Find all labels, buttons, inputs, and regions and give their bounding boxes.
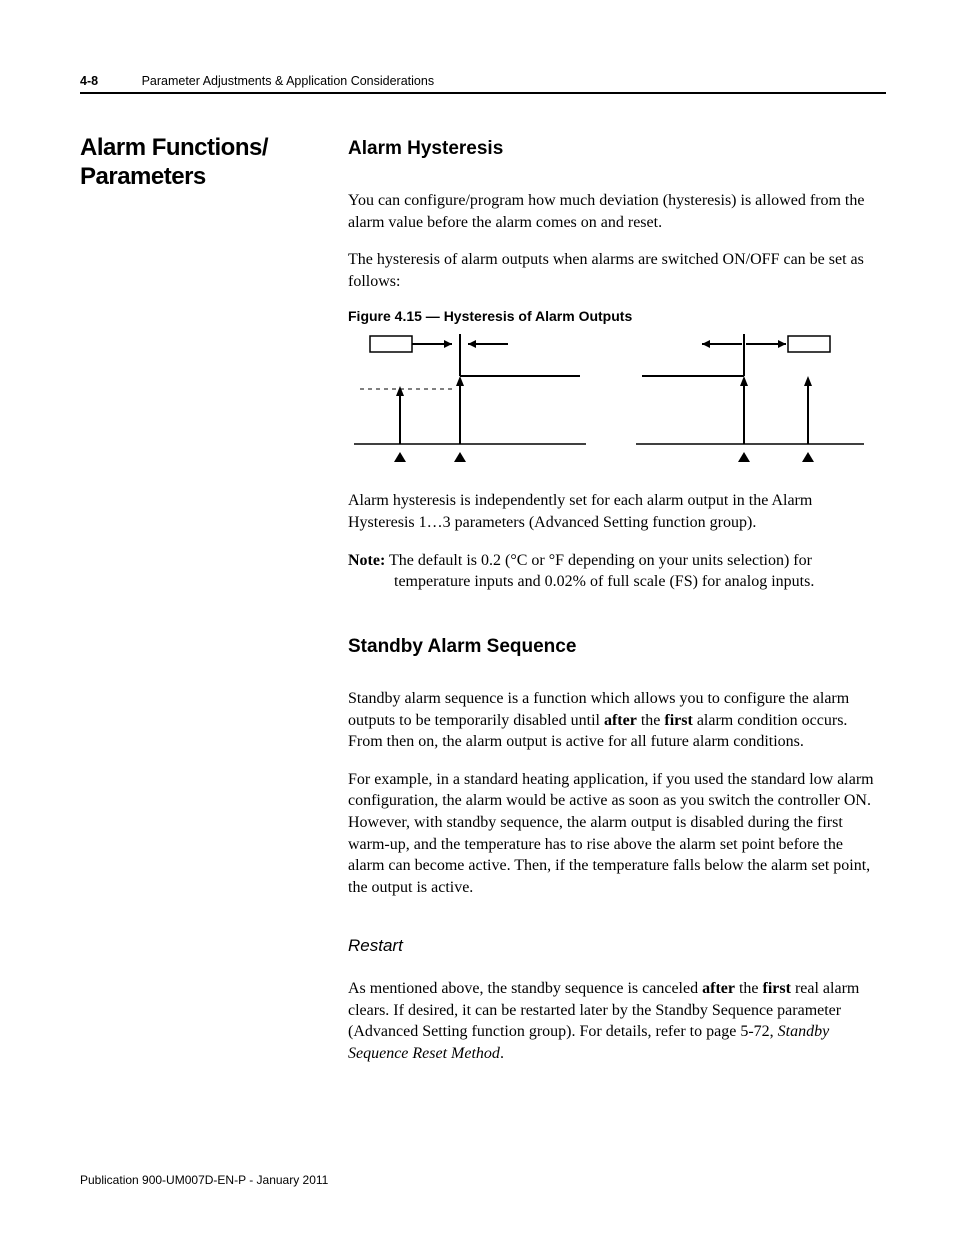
bold-after: after xyxy=(604,712,637,729)
paragraph: Standby alarm sequence is a function whi… xyxy=(348,688,874,753)
figure-caption: Figure 4.15 — Hysteresis of Alarm Output… xyxy=(348,308,874,324)
text-run: the xyxy=(637,712,665,729)
note: Note: The default is 0.2 (°C or °F depen… xyxy=(348,550,874,593)
bold-first: first xyxy=(763,980,791,997)
paragraph: The hysteresis of alarm outputs when ala… xyxy=(348,249,874,292)
bold-after: after xyxy=(702,980,735,997)
chapter-title: Parameter Adjustments & Application Cons… xyxy=(142,74,435,88)
subsection-title-alarm-hysteresis: Alarm Hysteresis xyxy=(348,138,874,160)
note-text-line2: temperature inputs and 0.02% of full sca… xyxy=(394,571,874,593)
page-number: 4-8 xyxy=(80,74,98,88)
paragraph: As mentioned above, the standby sequence… xyxy=(348,978,874,1064)
text-run: . xyxy=(500,1045,504,1062)
subsection-title-standby: Standby Alarm Sequence xyxy=(348,636,874,658)
text-run: As mentioned above, the standby sequence… xyxy=(348,980,702,997)
bold-first: first xyxy=(664,712,692,729)
note-label: Note: xyxy=(348,552,385,569)
paragraph: You can configure/program how much devia… xyxy=(348,190,874,233)
subheading-restart: Restart xyxy=(348,936,874,956)
text-run: the xyxy=(735,980,763,997)
paragraph: Alarm hysteresis is independently set fo… xyxy=(348,490,874,533)
hysteresis-diagram xyxy=(348,328,874,468)
section-heading-left: Alarm Functions/ Parameters xyxy=(80,134,310,192)
paragraph: For example, in a standard heating appli… xyxy=(348,769,874,899)
running-header: 4-8 Parameter Adjustments & Application … xyxy=(80,74,874,88)
publication-footer: Publication 900-UM007D-EN-P - January 20… xyxy=(80,1173,328,1187)
header-rule xyxy=(80,92,886,94)
note-text: The default is 0.2 (°C or °F depending o… xyxy=(385,552,812,569)
